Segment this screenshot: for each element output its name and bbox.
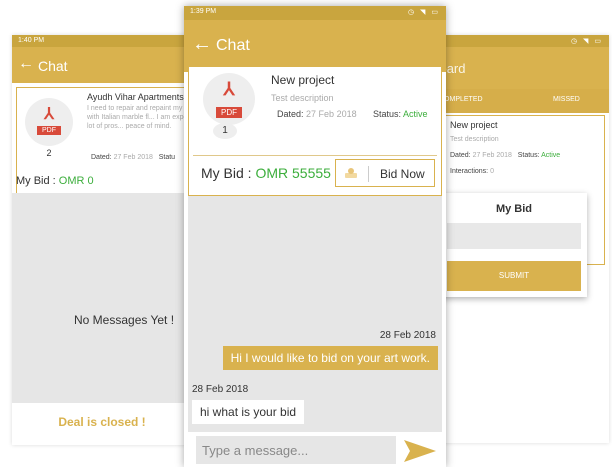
pdf-attachment[interactable]: ⅄ PDF 2 xyxy=(25,98,73,158)
dated-label: Dated: xyxy=(277,109,304,119)
status-bar: 1:40 PM xyxy=(12,35,192,47)
project-description: I need to repair and repaint my house wi… xyxy=(87,105,192,130)
project-status: Status: Active xyxy=(373,109,428,119)
message-timestamp: 28 Feb 2018 xyxy=(379,330,436,341)
status-label: Status: xyxy=(373,109,402,119)
hand-money-icon xyxy=(345,168,357,178)
my-bid: My Bid : OMR 55555 xyxy=(201,165,331,181)
my-bid-value: OMR 0 xyxy=(58,175,94,187)
status-icons: ◷ ◥ ▭ xyxy=(571,38,603,45)
message-composer xyxy=(184,432,446,467)
app-bar: ← Chat xyxy=(12,47,192,83)
received-message: hi what is your bid xyxy=(192,400,305,424)
attachment-count: 1 xyxy=(213,123,237,139)
status-value: Active xyxy=(541,152,561,159)
pdf-attachment[interactable]: ⅄ PDF xyxy=(203,73,255,125)
sent-message: Hi I would like to bid on your art work. xyxy=(222,346,438,370)
status-label: Statu xyxy=(158,154,176,161)
project-dated: Dated: 27 Feb 2018 xyxy=(277,109,357,119)
send-arrow-icon[interactable] xyxy=(402,438,438,464)
project-description: Test description xyxy=(271,93,334,103)
arrow-left-icon[interactable]: ← xyxy=(192,33,212,56)
left-chat-screen: 1:40 PM ← Chat ⅄ PDF 2 Ayudh Vihar Apart… xyxy=(12,35,192,445)
project-description: Test description xyxy=(450,136,499,143)
my-bid-label: My Bid : xyxy=(201,165,252,181)
status-bar: 1:39 PM ◷ ◥ ▭ xyxy=(184,6,446,20)
submit-button[interactable]: SUBMIT xyxy=(447,261,581,291)
status-bar: ◷ ◥ ▭ xyxy=(425,35,609,47)
my-bid-value: OMR 55555 xyxy=(255,165,331,181)
attachment-count: 2 xyxy=(46,148,52,158)
tab-bar: COMPLETED MISSED xyxy=(425,89,609,113)
project-dated: Dated: 27 Feb 2018 Statu xyxy=(91,154,175,161)
my-bid: My Bid : OMR 0 xyxy=(16,175,94,187)
chat-area: 28 Feb 2018 Hi I would like to bid on yo… xyxy=(188,196,442,432)
dated-value: 27 Feb 2018 xyxy=(472,152,512,159)
project-dated: Dated: 27 Feb 2018 Status: Active xyxy=(450,152,560,159)
arrow-left-icon[interactable]: ← xyxy=(18,55,34,73)
my-bid-dialog: My Bid SUBMIT xyxy=(441,193,587,297)
status-time: 1:39 PM xyxy=(190,8,217,15)
app-bar: ← Chat xyxy=(184,20,446,72)
project-card[interactable]: ⅄ PDF 1 New project Test description Dat… xyxy=(188,66,442,196)
dated-value: 27 Feb 2018 xyxy=(306,109,357,119)
project-interactions: Interactions: 0 xyxy=(450,168,494,175)
page-title: Chat xyxy=(38,58,68,74)
pdf-tag: PDF xyxy=(37,126,61,135)
pdf-tag: PDF xyxy=(216,107,242,118)
dated-label: Dated: xyxy=(450,152,471,159)
page-title: Chat xyxy=(216,37,250,54)
chat-area xyxy=(12,193,192,403)
status-icons: ◷ ◥ ▭ xyxy=(408,9,440,16)
app-bar: nboard xyxy=(425,47,609,89)
interactions-value: 0 xyxy=(490,168,494,175)
interactions-label: Interactions: xyxy=(450,168,489,175)
bid-now-label: Bid Now xyxy=(380,167,425,181)
dated-value: 27 Feb 2018 xyxy=(113,154,153,161)
message-input[interactable] xyxy=(196,436,396,464)
pdf-icon: ⅄ xyxy=(223,79,235,99)
button-separator xyxy=(368,166,369,182)
empty-message: No Messages Yet ! xyxy=(74,313,175,327)
bid-amount-input[interactable] xyxy=(447,223,581,249)
dialog-title: My Bid xyxy=(495,203,533,215)
status-label: Status: xyxy=(517,152,540,159)
tab-missed[interactable]: MISSED xyxy=(553,96,580,103)
dated-label: Dated: xyxy=(91,154,112,161)
right-dashboard-screen: ◷ ◥ ▭ nboard COMPLETED MISSED New projec… xyxy=(425,35,609,443)
divider xyxy=(193,155,437,156)
my-bid-label: My Bid : xyxy=(16,175,56,187)
center-chat-screen: 1:39 PM ◷ ◥ ▭ ← Chat ⅄ PDF 1 New project… xyxy=(184,6,446,467)
status-time: 1:40 PM xyxy=(18,37,45,44)
project-title: New project xyxy=(450,120,498,130)
project-title: Ayudh Vihar Apartments xyxy=(87,92,184,102)
deal-closed-text: Deal is closed ! xyxy=(58,415,146,429)
message-timestamp: 28 Feb 2018 xyxy=(192,384,249,395)
bid-now-button[interactable]: Bid Now xyxy=(335,159,435,187)
status-badge: Active xyxy=(403,109,428,119)
project-title: New project xyxy=(271,73,335,87)
pdf-icon: ⅄ xyxy=(44,106,54,123)
